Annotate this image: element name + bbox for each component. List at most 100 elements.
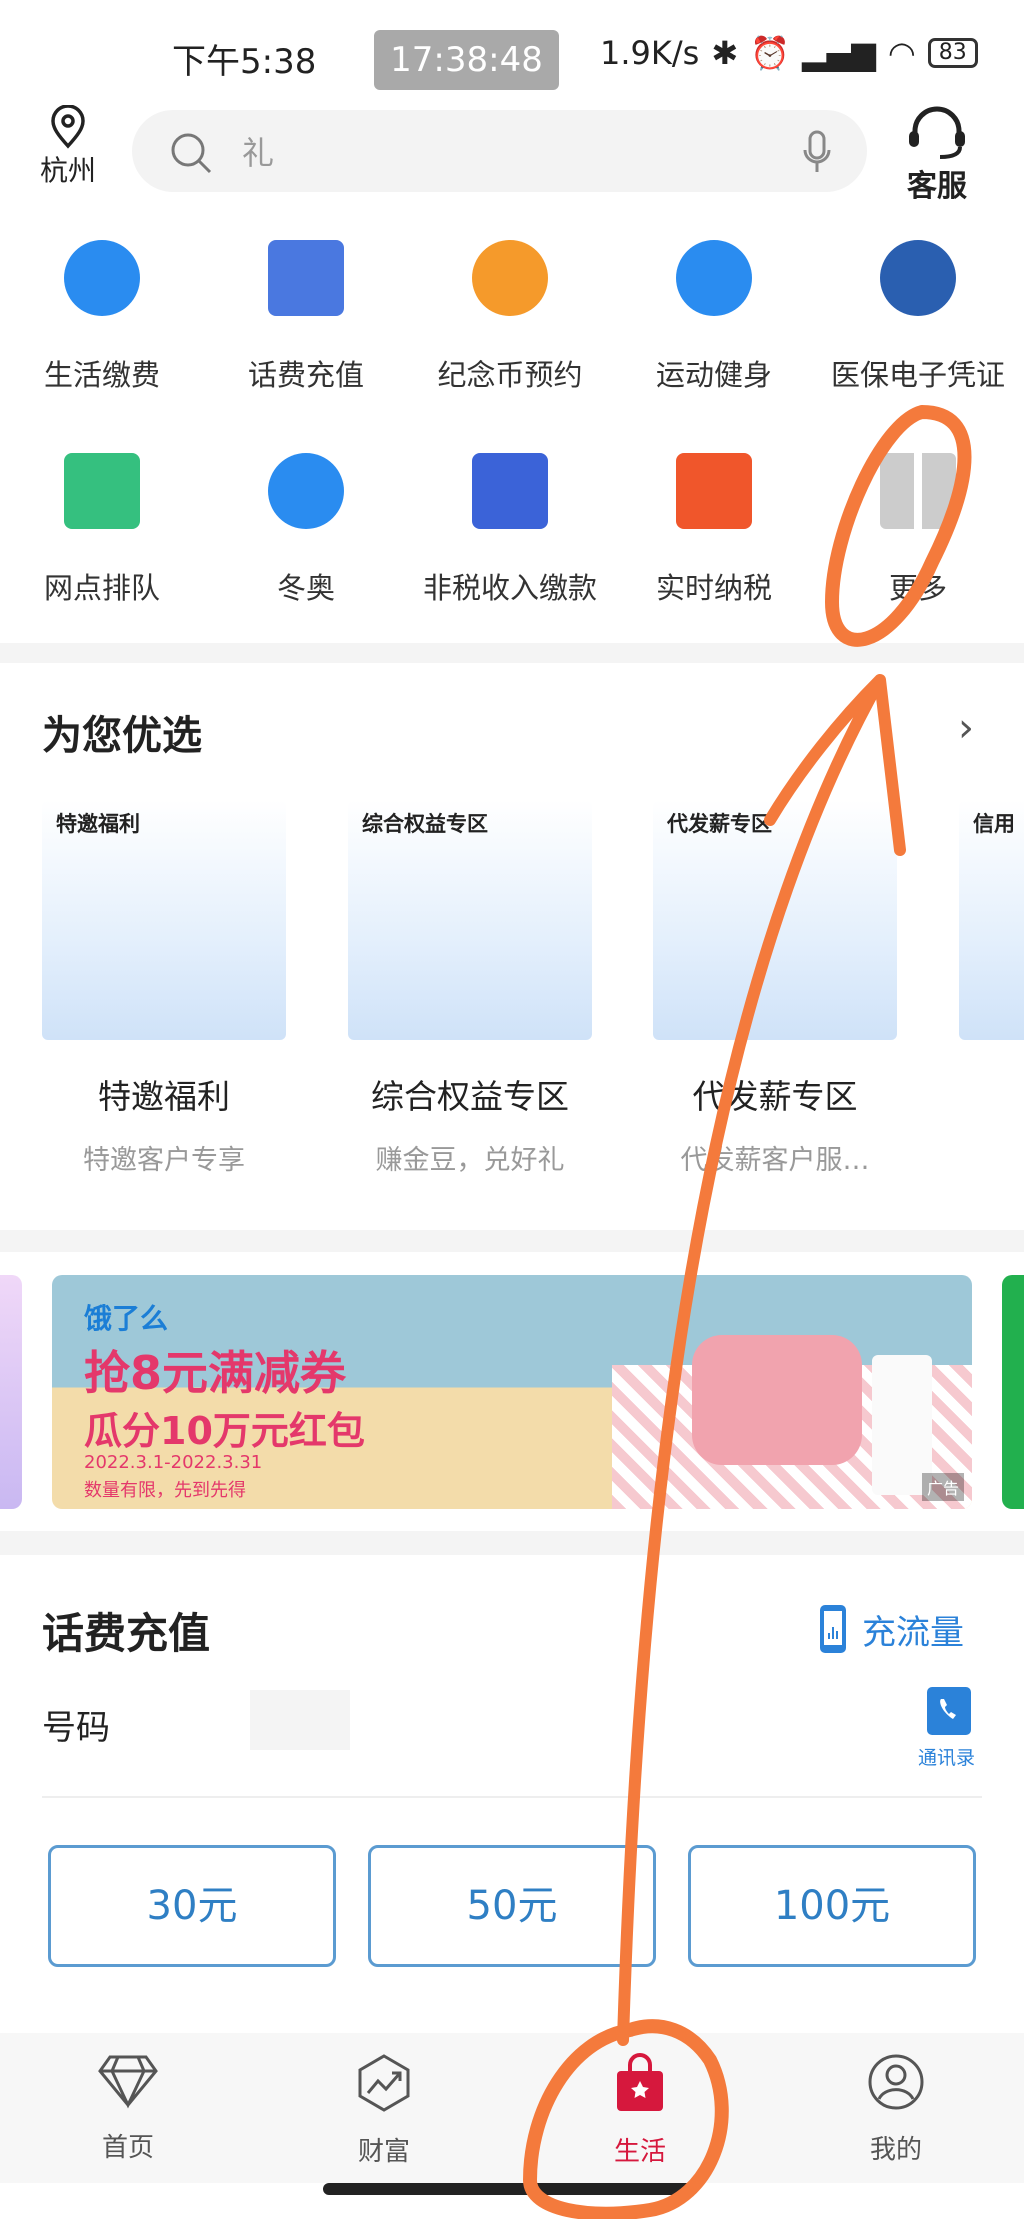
divider [0, 643, 1024, 663]
customer-service-label: 客服 [907, 169, 967, 204]
card-title: 特邀福利 [98, 1077, 230, 1116]
tab-home-label: 首页 [101, 2133, 154, 2163]
diamond-icon [98, 2055, 158, 2109]
service-card-stack[interactable]: 非税收入缴款 [408, 453, 612, 607]
running-icon [676, 240, 752, 316]
tab-wealth-label: 财富 [357, 2137, 410, 2167]
banner-prev-peek[interactable] [0, 1275, 22, 1509]
shopping-bag-icon [617, 2053, 663, 2111]
service-label: 网点排队 [43, 571, 160, 605]
tab-wealth[interactable]: 财富 [256, 2033, 512, 2183]
skiing-icon [268, 453, 344, 529]
service-store[interactable]: 网点排队 [0, 453, 204, 607]
search-icon [171, 133, 212, 174]
status-icons: 1.9K/s ✱ ⏰ ▂▄▆ ◠ 83 [600, 34, 978, 72]
contacts-button[interactable]: 通讯录 [918, 1685, 975, 1770]
tab-me-label: 我的 [869, 2135, 922, 2165]
amount-100-button[interactable]: 100元 [688, 1845, 976, 1967]
search-placeholder: 礼 [242, 134, 275, 172]
featured-card[interactable]: 特邀福利 特邀福利 特邀客户专享 [42, 800, 286, 1177]
service-label: 生活缴费 [43, 358, 160, 392]
tax-receipt-icon [676, 453, 752, 529]
card-subtitle: 代发薪客户服… [680, 1145, 870, 1176]
home-indicator[interactable] [323, 2183, 698, 2195]
net-speed: 1.9K/s [600, 34, 700, 72]
location-pin-icon [51, 105, 85, 149]
location-button[interactable]: 杭州 [38, 105, 98, 189]
card-subtitle: 信 [959, 1138, 1024, 1177]
customer-service-button[interactable]: 客服 [902, 105, 972, 205]
service-bolt-drop[interactable]: 生活缴费 [0, 240, 204, 394]
card-title: 综合权益专区 [371, 1077, 569, 1116]
clock-overlay: 17:38:48 [374, 30, 559, 90]
tab-life-label: 生活 [613, 2137, 666, 2167]
service-star-coin-clock[interactable]: 纪念币预约 [408, 240, 612, 394]
card-subtitle: 特邀客户专享 [83, 1145, 245, 1176]
tab-home[interactable]: 首页 [0, 2033, 256, 2183]
service-skiing[interactable]: 冬奥 [204, 453, 408, 607]
recharge-title: 话费充值 [42, 1609, 211, 1658]
featured-card[interactable]: 代发薪专区 代发薪专区 代发薪客户服… [653, 800, 897, 1177]
service-running[interactable]: 运动健身 [612, 240, 816, 394]
tab-life[interactable]: 生活 [512, 2033, 768, 2183]
wealth-chart-icon [358, 2054, 410, 2112]
service-phone-discount[interactable]: 话费充值 [204, 240, 408, 394]
service-label: 纪念币预约 [437, 358, 583, 392]
card-tag: 综合权益专区 [362, 812, 488, 836]
amount-50-button[interactable]: 50元 [368, 1845, 656, 1967]
banner-headline: 抢8元满减券 [84, 1346, 347, 1400]
phone-discount-icon [268, 240, 344, 316]
user-icon [868, 2054, 924, 2110]
contacts-book-icon [926, 1687, 971, 1735]
bolt-drop-icon [64, 240, 140, 316]
battery-icon: 83 [927, 38, 978, 68]
microphone-icon[interactable] [802, 130, 832, 174]
card-illustration: 综合权益专区 [348, 800, 592, 1040]
chevron-right-icon[interactable]: › [958, 705, 974, 751]
banner-dates: 2022.3.1-2022.3.31 [84, 1452, 263, 1473]
alarm-icon: ⏰ [750, 34, 790, 72]
card-illustration: 信用 [959, 800, 1024, 1040]
phone-number-input[interactable] [250, 1690, 350, 1750]
card-tag: 特邀福利 [56, 812, 140, 836]
banner-note: 数量有限，先到先得 [84, 1480, 246, 1501]
star-coin-clock-icon [472, 240, 548, 316]
tab-me[interactable]: 我的 [768, 2033, 1024, 2183]
chs-logo-icon [880, 240, 956, 316]
cake-image [692, 1335, 862, 1465]
featured-card[interactable]: 信用信信 [959, 800, 1024, 1177]
card-illustration: 代发薪专区 [653, 800, 897, 1040]
card-subtitle: 赚金豆，兑好礼 [375, 1145, 565, 1176]
service-tax-receipt[interactable]: 实时纳税 [612, 453, 816, 607]
card-title: 信 [959, 1070, 1024, 1118]
service-chs-logo[interactable]: 医保电子凭证 [816, 240, 1020, 394]
card-title: 代发薪专区 [692, 1077, 858, 1116]
service-label: 运动健身 [655, 358, 772, 392]
divider [0, 1531, 1024, 1555]
search-input[interactable]: 礼 [132, 110, 867, 192]
service-label: 非税收入缴款 [422, 571, 597, 605]
service-label: 实时纳税 [655, 571, 772, 605]
amount-30-button[interactable]: 30元 [48, 1845, 336, 1967]
divider [42, 1796, 982, 1798]
banner-subline: 瓜分10万元红包 [84, 1409, 365, 1453]
status-time: 下午5:38 [172, 42, 317, 82]
card-tag: 代发薪专区 [667, 812, 772, 836]
status-bar: 下午5:38 17:38:48 1.9K/s ✱ ⏰ ▂▄▆ ◠ 83 [0, 0, 1024, 100]
service-grid-more[interactable]: 更多 [816, 453, 1020, 607]
featured-card[interactable]: 综合权益专区 综合权益专区 赚金豆，兑好礼 [348, 800, 592, 1177]
service-label: 医保电子凭证 [830, 358, 1005, 392]
banner-next-peek[interactable] [1002, 1275, 1024, 1509]
service-label: 冬奥 [276, 571, 335, 605]
service-label: 话费充值 [247, 358, 364, 392]
wifi-icon: ◠ [887, 34, 916, 72]
store-icon [64, 453, 140, 529]
contacts-label: 通讯录 [918, 1747, 976, 1769]
data-recharge-link[interactable]: 充流量 [818, 1603, 964, 1655]
ad-banner[interactable]: 饿了么 抢8元满减券 瓜分10万元红包 2022.3.1-2022.3.31 数… [52, 1275, 972, 1509]
location-label: 杭州 [39, 154, 96, 187]
bluetooth-icon: ✱ [711, 34, 739, 72]
banner-brand: 饿了么 [84, 1302, 169, 1335]
headset-icon [909, 106, 965, 159]
grid-more-icon [880, 453, 956, 529]
